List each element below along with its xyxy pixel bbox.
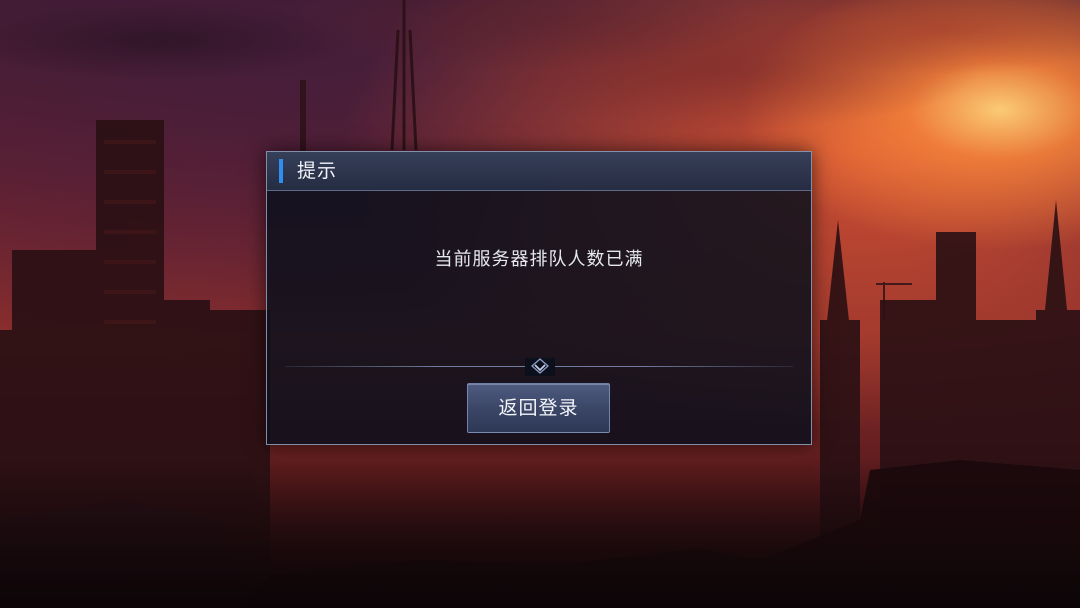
notice-dialog: 提示 当前服务器排队人数已满 返回登录 — [266, 151, 812, 445]
chevron-diamond-icon — [531, 358, 549, 374]
ground-shadow — [0, 458, 1080, 608]
dialog-header: 提示 — [267, 152, 811, 191]
game-background: 提示 当前服务器排队人数已满 返回登录 — [0, 0, 1080, 608]
title-accent-bar — [279, 159, 283, 183]
return-login-button[interactable]: 返回登录 — [467, 383, 610, 433]
dialog-title: 提示 — [297, 160, 338, 182]
dialog-message: 当前服务器排队人数已满 — [434, 249, 644, 270]
